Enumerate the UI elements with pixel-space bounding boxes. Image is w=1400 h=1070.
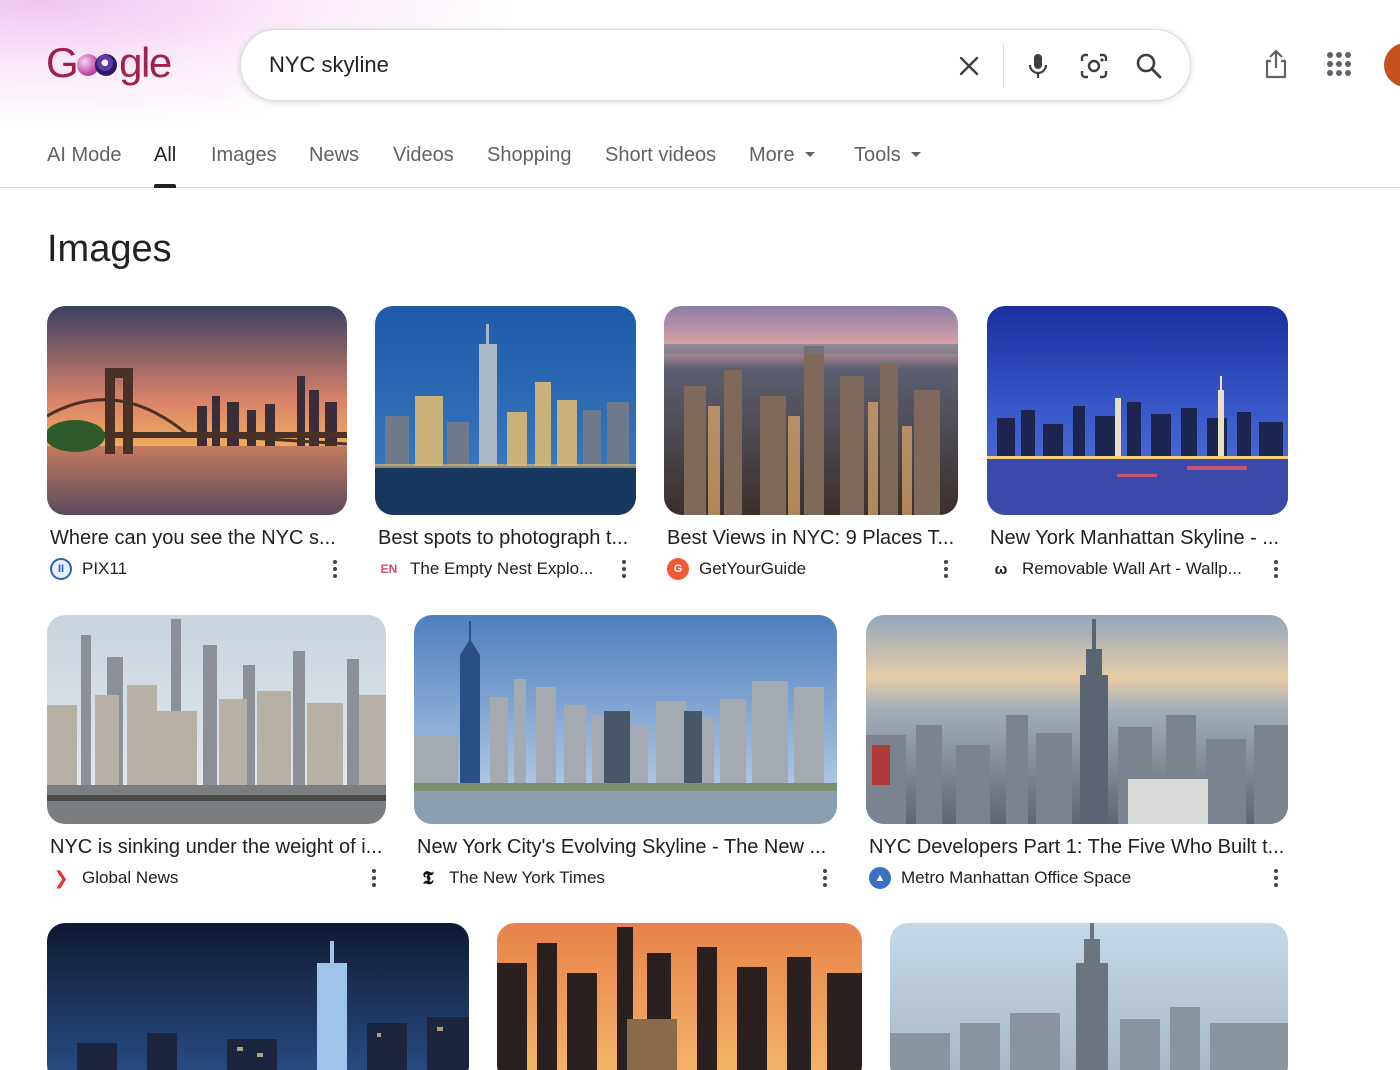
more-options-icon[interactable] [818,866,832,890]
search-icon[interactable] [1131,48,1167,84]
card-title[interactable]: New York Manhattan Skyline - ... [990,527,1285,550]
share-icon[interactable] [1256,44,1296,84]
nyt-icon: 𝕿 [417,867,439,889]
image-thumbnail[interactable] [375,306,636,515]
microphone-icon[interactable] [1020,48,1056,84]
more-options-icon[interactable] [1269,557,1283,581]
search-box [240,29,1191,101]
tab-short-videos[interactable]: Short videos [605,144,716,188]
card-title[interactable]: Where can you see the NYC s... [50,527,344,550]
wall-art-icon: ω [990,558,1012,580]
more-options-icon[interactable] [367,866,381,890]
search-divider [1003,44,1004,88]
apps-grid-icon[interactable] [1319,44,1359,84]
image-thumbnail[interactable] [497,923,862,1070]
clear-icon[interactable] [951,48,987,84]
image-thumbnail[interactable] [890,923,1288,1070]
image-thumbnail[interactable] [47,615,386,824]
image-thumbnail[interactable] [866,615,1288,824]
card-title[interactable]: NYC Developers Part 1: The Five Who Buil… [869,836,1287,859]
card-source[interactable]: EN The Empty Nest Explo... [378,557,603,581]
image-thumbnail[interactable] [987,306,1288,515]
lens-camera-icon[interactable] [1076,48,1112,84]
card-source[interactable]: II PIX11 [50,557,310,581]
card-title[interactable]: Best spots to photograph t... [378,527,633,550]
card-title[interactable]: NYC is sinking under the weight of i... [50,836,385,859]
tab-tools[interactable]: Tools [854,144,921,188]
image-thumbnail[interactable] [47,923,469,1070]
tab-all[interactable]: All [154,144,177,188]
tab-ai-mode[interactable]: AI Mode [47,144,121,188]
search-tabs: AI Mode All Images News Videos Shopping … [0,130,1400,188]
more-options-icon[interactable] [939,557,953,581]
image-thumbnail[interactable] [414,615,837,824]
card-source[interactable]: G GetYourGuide [667,557,927,581]
tab-more[interactable]: More [749,144,815,188]
chevron-down-icon [804,152,815,157]
card-source[interactable]: ω Removable Wall Art - Wallp... [990,557,1255,581]
card-source[interactable]: 𝕿 The New York Times [417,866,797,890]
image-thumbnail[interactable] [664,306,958,515]
card-title[interactable]: New York City's Evolving Skyline - The N… [417,836,832,859]
metro-manhattan-icon: ▲ [869,867,891,889]
card-source[interactable]: ▲ Metro Manhattan Office Space [869,866,1249,890]
logo-orbs-icon [77,51,119,81]
google-logo[interactable]: Ggle [46,38,172,88]
more-options-icon[interactable] [617,557,631,581]
card-source[interactable]: ❯ Global News [50,866,350,890]
pix11-icon: II [50,558,72,580]
card-title[interactable]: Best Views in NYC: 9 Places T... [667,527,957,550]
tab-images[interactable]: Images [211,144,277,188]
empty-nest-icon: EN [378,558,400,580]
tab-news[interactable]: News [309,144,359,188]
tab-videos[interactable]: Videos [393,144,454,188]
more-options-icon[interactable] [328,557,342,581]
more-options-icon[interactable] [1269,866,1283,890]
image-thumbnail[interactable] [47,306,347,515]
global-news-icon: ❯ [50,867,72,889]
search-input[interactable] [269,46,889,84]
chevron-down-icon [910,152,921,157]
account-avatar[interactable] [1384,43,1400,87]
header: Ggle [0,0,1400,130]
images-section-title: Images [47,228,172,270]
tab-shopping[interactable]: Shopping [487,144,572,188]
getyourguide-icon: G [667,558,689,580]
